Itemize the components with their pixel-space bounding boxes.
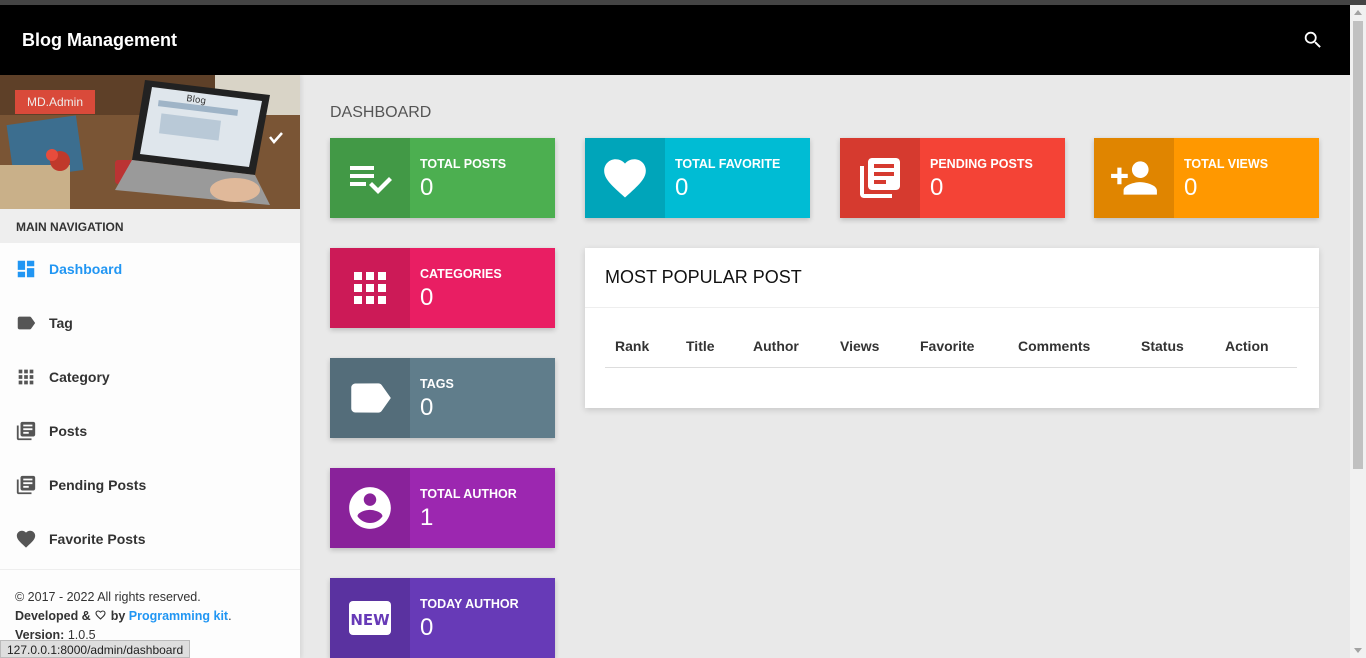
info-box-value: 0 (420, 614, 434, 641)
brand-title[interactable]: Blog Management (22, 30, 177, 51)
info-box-label: TOTAL AUTHOR (420, 487, 517, 501)
status-bar-url: 127.0.0.1:8000/admin/dashboard (0, 640, 191, 658)
info-box-value: 0 (1184, 174, 1198, 201)
info-box-label: TODAY AUTHOR (420, 597, 519, 611)
sidebar-item-category[interactable]: Category (0, 350, 300, 404)
scrollbar-thumb[interactable] (1353, 21, 1363, 469)
left-sidebar: Blog MD.Admin MAIN NAVIGATION Dashboard … (0, 75, 300, 658)
page-scrollbar[interactable] (1350, 5, 1366, 658)
sidebar-item-pending-posts[interactable]: Pending Posts (0, 458, 300, 512)
heart-icon (585, 138, 665, 218)
info-box-label: TOTAL VIEWS (1184, 157, 1269, 171)
main-navigation-header: MAIN NAVIGATION (0, 209, 300, 243)
info-box-value: 0 (420, 284, 434, 311)
sidebar-item-label: Posts (49, 423, 88, 439)
info-box-value: 0 (420, 174, 434, 201)
user-name-badge[interactable]: MD.Admin (15, 90, 96, 114)
developed-by-word: by (110, 609, 126, 623)
developed-prefix: Developed & (15, 609, 91, 623)
column-header-views[interactable]: Views (840, 338, 879, 354)
page-title: DASHBOARD (330, 104, 432, 121)
library-books-icon (840, 138, 920, 218)
label-icon (330, 358, 410, 438)
info-box-total-favorite[interactable]: TOTAL FAVORITE 0 (585, 138, 810, 218)
apps-icon (15, 366, 37, 388)
info-box-total-author[interactable]: TOTAL AUTHOR 1 (330, 468, 555, 548)
sidebar-item-label: Category (49, 369, 110, 385)
library-books-icon (15, 420, 37, 442)
info-box-today-author[interactable]: NEW TODAY AUTHOR 0 (330, 578, 555, 658)
info-box-pending-posts[interactable]: PENDING POSTS 0 (840, 138, 1065, 218)
scroll-down-arrow-icon[interactable] (1354, 648, 1362, 653)
scroll-up-arrow-icon[interactable] (1354, 10, 1362, 15)
copyright-text: © 2017 - 2022 All rights reserved. (15, 590, 201, 604)
top-navbar: Blog Management (0, 5, 1350, 75)
info-box-value: 0 (675, 174, 689, 201)
column-header-title[interactable]: Title (686, 338, 715, 354)
heart-outline-icon (95, 610, 106, 620)
sidebar-item-posts[interactable]: Posts (0, 404, 300, 458)
info-box-label: PENDING POSTS (930, 157, 1033, 171)
column-header-comments[interactable]: Comments (1018, 338, 1090, 354)
info-box-value: 1 (420, 504, 434, 531)
dashboard-icon (15, 258, 37, 280)
person-add-icon (1094, 138, 1174, 218)
info-box-total-views[interactable]: TOTAL VIEWS 0 (1094, 138, 1319, 218)
column-header-action[interactable]: Action (1225, 338, 1269, 354)
column-header-author[interactable]: Author (753, 338, 799, 354)
info-box-label: TOTAL POSTS (420, 157, 507, 171)
developer-link[interactable]: Programming kit (129, 609, 228, 623)
info-box-tags[interactable]: TAGS 0 (330, 358, 555, 438)
column-header-rank[interactable]: Rank (615, 338, 649, 354)
most-popular-post-card: MOST POPULAR POST Rank Title Author View… (585, 248, 1319, 408)
sidebar-item-label: Tag (49, 315, 73, 331)
info-box-categories[interactable]: CATEGORIES 0 (330, 248, 555, 328)
user-info-banner: Blog MD.Admin (0, 75, 300, 209)
svg-text:NEW: NEW (350, 611, 390, 629)
info-box-value: 0 (420, 394, 434, 421)
info-box-label: TOTAL FAVORITE (675, 157, 781, 171)
playlist-add-check-icon (330, 138, 410, 218)
account-circle-icon (330, 468, 410, 548)
info-box-total-posts[interactable]: TOTAL POSTS 0 (330, 138, 555, 218)
info-box-label: TAGS (420, 377, 454, 391)
info-box-value: 0 (930, 174, 944, 201)
label-icon (15, 312, 37, 334)
library-books-icon (15, 474, 37, 496)
apps-icon (330, 248, 410, 328)
column-header-favorite[interactable]: Favorite (920, 338, 974, 354)
info-box-label: CATEGORIES (420, 267, 502, 281)
developer-suffix: . (228, 609, 232, 623)
sidebar-item-tag[interactable]: Tag (0, 296, 300, 350)
sidebar-item-label: Pending Posts (49, 477, 147, 493)
developed-by-line: Developed & by Programming kit. (15, 607, 285, 626)
card-title: MOST POPULAR POST (585, 248, 1319, 308)
sidebar-item-label: Dashboard (49, 261, 123, 277)
column-header-status[interactable]: Status (1141, 338, 1184, 354)
popular-posts-table: Rank Title Author Views Favorite Comment… (605, 328, 1297, 368)
sidebar-item-favorite-posts[interactable]: Favorite Posts (0, 512, 300, 566)
sidebar-item-label: Favorite Posts (49, 531, 146, 547)
new-badge-icon: NEW (330, 578, 410, 658)
sidebar-item-dashboard[interactable]: Dashboard (0, 242, 300, 296)
search-icon[interactable] (1302, 29, 1324, 51)
heart-icon (15, 528, 37, 550)
